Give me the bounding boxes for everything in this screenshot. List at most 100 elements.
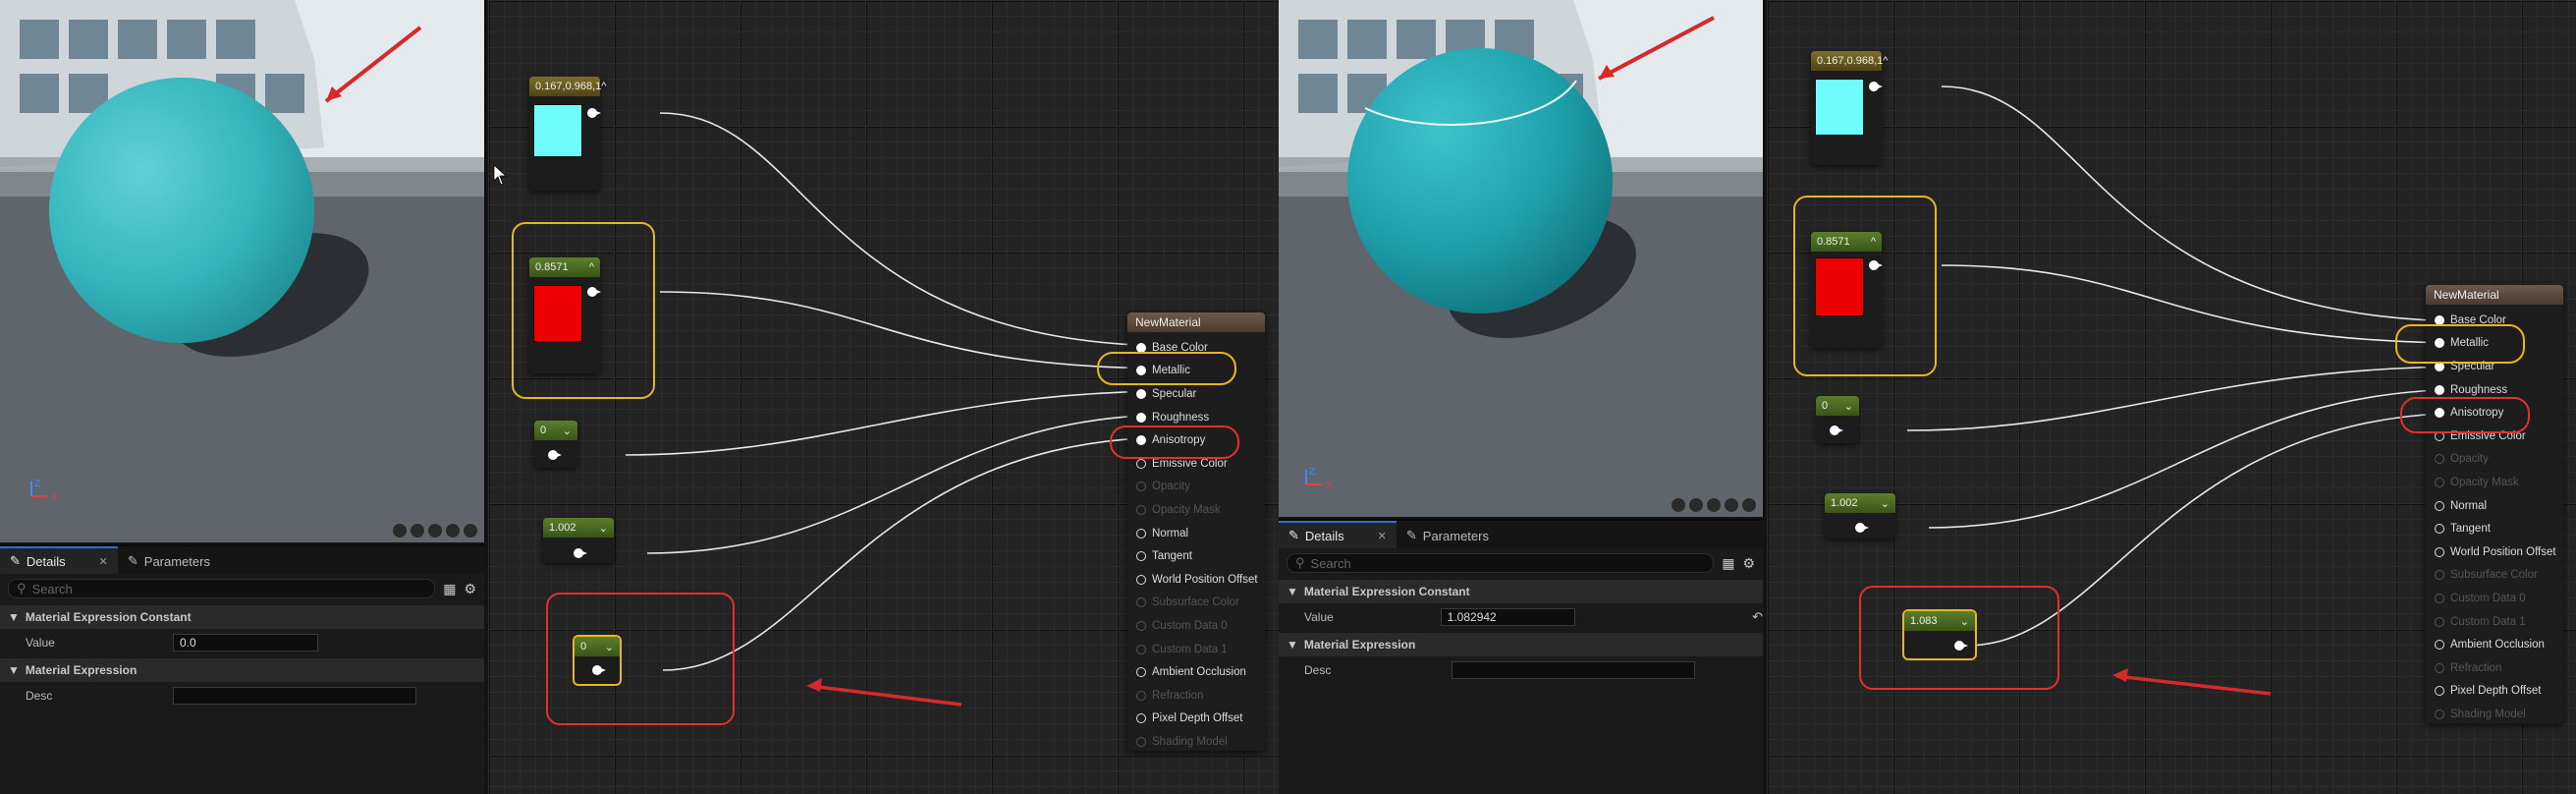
chevron-up-icon[interactable]: ^ <box>1871 236 1876 248</box>
wire <box>659 291 1177 369</box>
gear-icon[interactable]: ⚙ <box>1742 555 1755 572</box>
search-input[interactable]: ⚲ Search <box>8 579 436 598</box>
chevron-up-icon[interactable]: ^ <box>589 261 594 273</box>
preview-shape-button[interactable] <box>1741 497 1757 513</box>
value-input[interactable]: 0.0 <box>173 634 318 652</box>
constant-node-c-selected[interactable]: 0 ⌄ <box>575 637 620 684</box>
chevron-down-icon[interactable]: ⌄ <box>563 425 572 437</box>
material-graph[interactable]: 0.167,0.968,1 ^ 0.8571 ^ 0 ⌄ 1.002 <box>1767 0 2576 794</box>
input-pin-icon <box>1136 458 1146 469</box>
material-graph[interactable]: 0.167,0.968,1 ^ 0.8571 ^ 0 ⌄ 1.002 <box>488 0 1279 794</box>
preview-shape-button[interactable] <box>1724 497 1739 513</box>
node-value: 0.167,0.968,1 <box>1817 55 1884 67</box>
right-editor: Z X ✎ Details ✕ ✎ Parameters ⚲ Search ▦ … <box>1279 0 2576 794</box>
tab-details-label: Details <box>26 553 66 569</box>
constant-node-a[interactable]: 0 ⌄ <box>1816 396 1859 443</box>
preview-shape-button[interactable] <box>463 523 478 539</box>
pin-ambient-occlusion[interactable]: Ambient Occlusion <box>2426 633 2563 656</box>
details-tabs: ✎ Details ✕ ✎ Parameters <box>0 546 484 574</box>
pencil-icon: ✎ <box>1288 528 1299 542</box>
preview-shape-button[interactable] <box>1706 497 1722 513</box>
pin-normal[interactable]: Normal <box>2426 494 2563 518</box>
output-pin[interactable] <box>1855 523 1869 533</box>
chevron-down-icon: ▼ <box>1287 638 1298 652</box>
vector-constant-node[interactable]: 0.167,0.968,1 ^ <box>529 77 606 191</box>
output-pin[interactable] <box>1869 260 1883 270</box>
node-value: 0.8571 <box>1817 236 1850 248</box>
search-input[interactable]: ⚲ Search <box>1287 553 1715 573</box>
output-pin[interactable] <box>587 287 601 297</box>
tab-parameters[interactable]: ✎ Parameters <box>1397 523 1499 548</box>
output-pin[interactable] <box>592 665 606 675</box>
desc-label: Desc <box>1304 663 1332 677</box>
close-icon[interactable]: ✕ <box>1378 530 1387 542</box>
tab-parameters[interactable]: ✎ Parameters <box>118 548 220 574</box>
pin-opacity: Opacity <box>1127 476 1265 499</box>
section-material-expression[interactable]: ▼ Material Expression <box>1279 633 1763 656</box>
output-pin[interactable] <box>1954 641 1968 651</box>
tab-details[interactable]: ✎ Details ✕ <box>1279 521 1397 548</box>
pin-pixel-depth-offset[interactable]: Pixel Depth Offset <box>2426 680 2563 704</box>
viewport[interactable]: Z X <box>0 0 486 542</box>
value-input[interactable]: 1.082942 <box>1440 608 1576 626</box>
pin-ambient-occlusion[interactable]: Ambient Occlusion <box>1127 660 1265 684</box>
viewport-preview-buttons <box>1671 497 1757 513</box>
chevron-down-icon[interactable]: ⌄ <box>1881 497 1890 510</box>
preview-shape-button[interactable] <box>1688 497 1704 513</box>
vector-constant-node[interactable]: 0.167,0.968,1 ^ <box>1811 51 1888 165</box>
desc-input[interactable] <box>1452 661 1695 679</box>
pin-subsurface-color: Subsurface Color <box>1127 592 1265 615</box>
preview-shape-button[interactable] <box>392 523 408 539</box>
preview-shape-button[interactable] <box>1671 497 1686 513</box>
pin-label: Roughness <box>1152 411 1210 424</box>
anisotropy-highlight <box>2400 397 2530 433</box>
output-pin[interactable] <box>574 548 587 558</box>
output-pin[interactable] <box>548 450 562 460</box>
grid-icon[interactable]: ▦ <box>443 581 456 597</box>
input-pin-icon <box>1136 620 1146 631</box>
output-pin[interactable] <box>1869 82 1883 91</box>
gear-icon[interactable]: ⚙ <box>464 581 476 597</box>
pin-normal[interactable]: Normal <box>1127 522 1265 545</box>
chevron-down-icon[interactable]: ⌄ <box>1844 400 1853 413</box>
constant-node-b[interactable]: 1.002 ⌄ <box>1825 493 1895 539</box>
output-pin[interactable] <box>587 108 601 118</box>
reset-arrow-icon[interactable]: ↶ <box>1752 609 1763 625</box>
preview-shape-button[interactable] <box>445 523 461 539</box>
constant-node-c-selected[interactable]: 1.083 ⌄ <box>1904 611 1975 658</box>
details-panel: ✎ Details ✕ ✎ Parameters ⚲ Search ▦ ⚙ ▼ … <box>0 544 484 794</box>
preview-shape-button[interactable] <box>410 523 425 539</box>
grid-icon[interactable]: ▦ <box>1722 555 1734 572</box>
pin-world-position-offset[interactable]: World Position Offset <box>1127 568 1265 592</box>
red-constant-node[interactable]: 0.8571 ^ <box>1811 232 1883 348</box>
output-pin[interactable] <box>1830 425 1843 435</box>
tab-details-label: Details <box>1304 528 1344 543</box>
pin-tangent[interactable]: Tangent <box>2426 517 2563 540</box>
preview-shape-button[interactable] <box>427 523 443 539</box>
red-constant-node[interactable]: 0.8571 ^ <box>529 257 601 373</box>
constant-node-a[interactable]: 0 ⌄ <box>534 421 577 468</box>
chevron-down-icon[interactable]: ⌄ <box>599 522 608 535</box>
desc-input[interactable] <box>173 687 416 705</box>
section-material-expression-constant[interactable]: ▼ Material Expression Constant <box>1279 580 1763 603</box>
viewport[interactable]: Z X <box>1279 0 1765 517</box>
constant-node-b[interactable]: 1.002 ⌄ <box>543 518 614 563</box>
section-material-expression[interactable]: ▼ Material Expression <box>0 658 484 682</box>
tab-parameters-label: Parameters <box>143 553 210 569</box>
chevron-down-icon[interactable]: ⌄ <box>1960 615 1969 628</box>
node-value: 0 <box>1822 400 1829 412</box>
pin-label: Opacity Mask <box>2450 476 2519 488</box>
pin-world-position-offset[interactable]: World Position Offset <box>2426 540 2563 564</box>
input-pin-icon <box>2435 662 2444 673</box>
tab-details[interactable]: ✎ Details ✕ <box>0 546 118 574</box>
chevron-down-icon[interactable]: ⌄ <box>605 641 614 653</box>
chevron-up-icon[interactable]: ^ <box>601 81 606 92</box>
section-material-expression-constant[interactable]: ▼ Material Expression Constant <box>0 605 484 629</box>
pin-tangent[interactable]: Tangent <box>1127 544 1265 568</box>
section-title: Material Expression <box>25 663 137 677</box>
close-icon[interactable]: ✕ <box>99 555 108 568</box>
pin-specular[interactable]: Specular <box>1127 382 1265 406</box>
pin-label: Emissive Color <box>1152 457 1228 470</box>
chevron-up-icon[interactable]: ^ <box>1883 55 1888 67</box>
pin-pixel-depth-offset[interactable]: Pixel Depth Offset <box>1127 708 1265 731</box>
